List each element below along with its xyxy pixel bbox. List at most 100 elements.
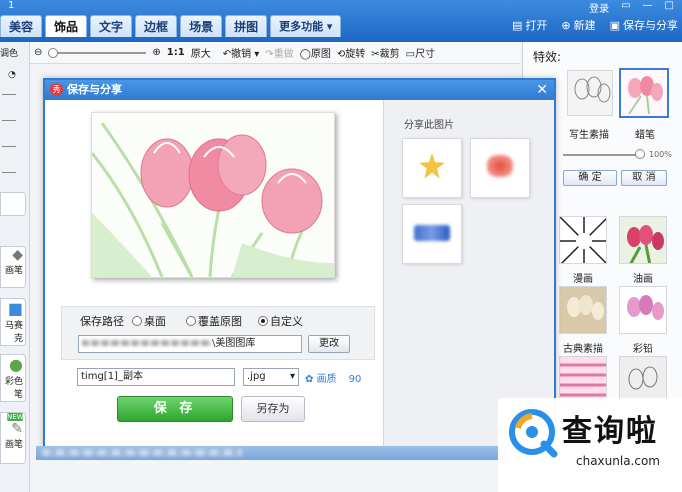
original-image-button[interactable]: ◯原图 bbox=[300, 45, 331, 60]
tool-color-pen[interactable]: ● 彩色笔 bbox=[0, 354, 26, 402]
confirm-button[interactable]: 确 定 bbox=[563, 170, 617, 186]
intensity-slider-knob[interactable] bbox=[635, 149, 645, 159]
settings-icon[interactable]: ◔ bbox=[8, 70, 16, 80]
effect-crayon[interactable] bbox=[619, 68, 669, 118]
effect-classic-sketch-label: 古典素描 bbox=[563, 344, 603, 355]
redo-button[interactable]: ↷重做 bbox=[265, 45, 293, 60]
skin-icon[interactable]: ▭ bbox=[621, 0, 630, 15]
original-icon: ◯ bbox=[299, 49, 311, 60]
format-select[interactable]: .jpg ▾ bbox=[243, 368, 299, 386]
original-size-button[interactable]: 原大 bbox=[191, 45, 211, 60]
effect-color-pencil-label: 彩铅 bbox=[633, 344, 653, 355]
undo-button[interactable]: ↶撤销 ▾ bbox=[223, 45, 260, 60]
zoom-in-icon[interactable]: ⊕ bbox=[152, 47, 160, 58]
tab-text[interactable]: 文字 bbox=[90, 15, 133, 37]
zoom-slider-knob[interactable] bbox=[48, 47, 59, 58]
effect-more-1[interactable] bbox=[559, 356, 607, 404]
radio-overwrite-circle[interactable] bbox=[186, 316, 196, 326]
gray-thumbnail bbox=[620, 357, 666, 403]
save-button[interactable]: 保 存 bbox=[117, 396, 233, 422]
tab-scene[interactable]: 场景 bbox=[180, 15, 223, 37]
window-title: 1 bbox=[8, 0, 15, 11]
crop-icon: ✂ bbox=[371, 49, 380, 60]
intensity-slider[interactable] bbox=[563, 154, 641, 156]
undo-icon: ↶ bbox=[222, 49, 232, 60]
radio-desktop-circle[interactable] bbox=[132, 316, 142, 326]
share-renren-button[interactable] bbox=[402, 204, 462, 264]
filename-input[interactable]: timg[1]_副本 bbox=[77, 368, 235, 386]
crop-button[interactable]: ✂裁剪 bbox=[371, 45, 399, 60]
comic-thumbnail bbox=[560, 217, 606, 263]
app-logo-icon: 秀 bbox=[50, 83, 63, 96]
effect-comic-label: 漫画 bbox=[573, 274, 593, 285]
tab-more-features[interactable]: 更多功能 ▾ bbox=[270, 15, 342, 37]
effect-sketch[interactable] bbox=[567, 70, 613, 116]
save-path-box: 保存路径 桌面 覆盖原图 自定义 \美图图库 更改 bbox=[61, 306, 375, 360]
slider-line[interactable] bbox=[2, 120, 16, 121]
close-icon[interactable]: ✕ bbox=[536, 80, 548, 100]
effect-comic[interactable] bbox=[559, 216, 607, 264]
radio-overwrite[interactable]: 覆盖原图 bbox=[186, 313, 242, 329]
classic-sketch-thumbnail bbox=[560, 287, 606, 333]
renren-icon bbox=[414, 225, 450, 241]
folder-icon: ▤ bbox=[511, 19, 523, 32]
top-actions: ▤ 打开 ⊕ 新建 ▣ 保存与分享 bbox=[512, 15, 682, 37]
adjust-label: 调色 bbox=[0, 49, 19, 59]
cancel-effect-button[interactable]: 取 消 bbox=[621, 170, 667, 186]
slider-line[interactable] bbox=[2, 146, 16, 147]
ratio-button[interactable]: 1:1 bbox=[167, 47, 185, 58]
effect-more-2[interactable] bbox=[619, 356, 667, 404]
rotate-button[interactable]: ⟲旋转 bbox=[337, 45, 365, 60]
slider-line[interactable] bbox=[2, 172, 16, 173]
image-preview bbox=[90, 112, 335, 278]
tool-mosaic[interactable]: ■ 马赛克 bbox=[0, 298, 26, 346]
dialog-title: 保存与分享 bbox=[45, 80, 554, 100]
stripe-thumbnail bbox=[560, 357, 606, 403]
sketch-thumbnail bbox=[568, 71, 612, 115]
qzone-icon bbox=[419, 153, 445, 179]
effect-sketch-label: 写生素描 bbox=[569, 130, 609, 141]
effect-color-pencil[interactable] bbox=[619, 286, 667, 334]
open-button[interactable]: ▤ 打开 bbox=[512, 15, 547, 37]
radio-custom-circle[interactable] bbox=[258, 316, 268, 326]
tab-border[interactable]: 边框 bbox=[135, 15, 178, 37]
save-path-input[interactable]: \美图图库 bbox=[78, 335, 302, 353]
radio-desktop[interactable]: 桌面 bbox=[132, 313, 166, 329]
share-sina-button[interactable] bbox=[470, 138, 530, 198]
tab-beauty[interactable]: 美容 bbox=[0, 15, 43, 37]
maximize-icon[interactable]: □ bbox=[665, 0, 674, 15]
weibo-icon bbox=[487, 155, 513, 177]
chevron-down-icon: ▾ bbox=[289, 371, 295, 382]
effects-title: 特效: bbox=[533, 50, 562, 64]
change-path-button[interactable]: 更改 bbox=[308, 335, 350, 353]
tool-brush[interactable]: ◆ 画笔 bbox=[0, 246, 26, 288]
redo-icon: ↷ bbox=[265, 49, 274, 60]
pen-icon: ✎ bbox=[11, 421, 23, 437]
zoom-slider[interactable] bbox=[48, 47, 147, 58]
blurred-status-text bbox=[42, 449, 242, 456]
share-weibo-button[interactable] bbox=[402, 138, 462, 198]
radio-custom[interactable]: 自定义 bbox=[258, 313, 303, 329]
left-tool-column: 调色 ◔ ◆ 画笔 ■ 马赛克 ● 彩色笔 NEW ✎ 画笔 bbox=[0, 42, 30, 492]
blurred-path bbox=[82, 340, 212, 346]
left-panel-button[interactable] bbox=[0, 192, 26, 216]
effect-oil[interactable] bbox=[619, 216, 667, 264]
size-button[interactable]: ▭尺寸 bbox=[406, 45, 435, 60]
effect-oil-label: 油画 bbox=[633, 274, 653, 285]
intensity-value: 100% bbox=[649, 150, 672, 159]
new-button[interactable]: ⊕ 新建 bbox=[561, 15, 595, 37]
save-share-button[interactable]: ▣ 保存与分享 bbox=[610, 15, 678, 37]
slider-line[interactable] bbox=[2, 94, 16, 95]
tulip-image bbox=[90, 113, 334, 278]
watermark: 查询啦 chaxunla.com bbox=[498, 398, 682, 492]
zoom-out-icon[interactable]: ⊖ bbox=[34, 47, 42, 58]
save-as-button[interactable]: 另存为 bbox=[241, 396, 305, 422]
quality-control[interactable]: ✿ 画质 90 bbox=[305, 370, 361, 385]
minimize-icon[interactable]: — bbox=[643, 0, 653, 15]
login-link[interactable]: 登录 bbox=[589, 0, 609, 15]
gear-icon: ✿ bbox=[305, 374, 314, 385]
tool-new-brush[interactable]: NEW ✎ 画笔 bbox=[0, 412, 26, 464]
effect-classic-sketch[interactable] bbox=[559, 286, 607, 334]
tab-collage[interactable]: 拼图 bbox=[225, 15, 268, 37]
tab-accessories[interactable]: 饰品 bbox=[45, 15, 88, 37]
